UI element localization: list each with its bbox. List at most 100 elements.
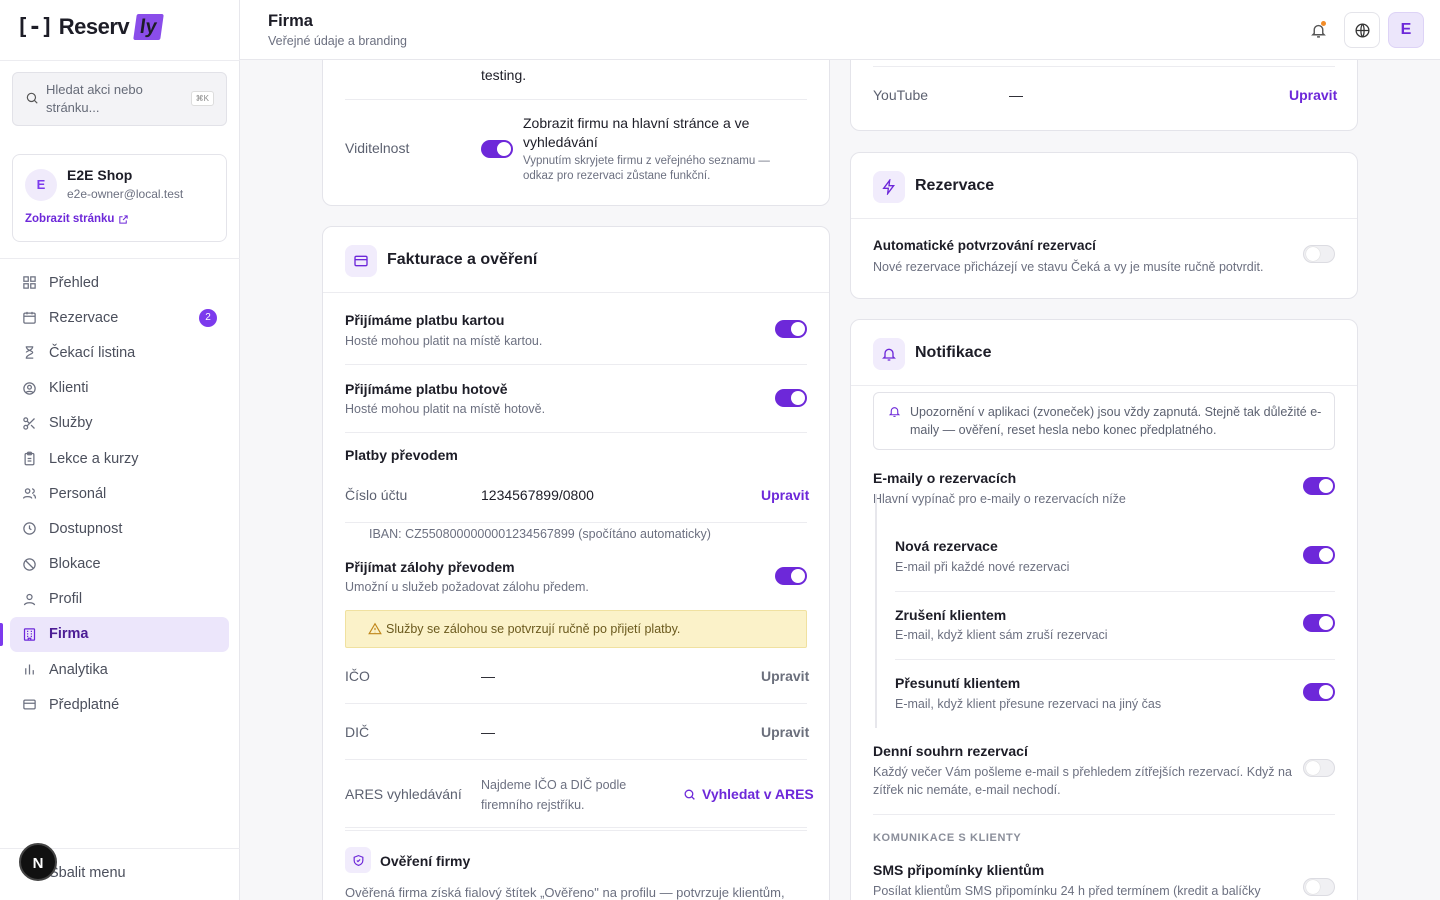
move-toggle[interactable] bbox=[1303, 683, 1335, 701]
sidebar-item-klienti[interactable]: Klienti bbox=[10, 371, 229, 406]
deposit-toggle[interactable] bbox=[775, 567, 807, 585]
sidebar-item-sluzby[interactable]: Služby bbox=[10, 406, 229, 441]
sidebar-item-cekaci-listina[interactable]: Čekací listina bbox=[10, 335, 229, 370]
ares-desc: Najdeme IČO a DIČ podle firemního rejstř… bbox=[481, 778, 627, 812]
notifications-card: Notifikace Upozornění v aplikaci (zvoneč… bbox=[850, 319, 1358, 900]
dic-value: — bbox=[481, 724, 495, 740]
logo[interactable]: [-] Reserv ly bbox=[16, 14, 164, 40]
transfer-heading: Platby převodem bbox=[345, 447, 458, 463]
dev-tools-button[interactable]: N bbox=[19, 843, 57, 881]
info-text: Upozornění v aplikaci (zvoneček) jsou vž… bbox=[910, 405, 1322, 437]
auto-confirm-title: Automatické potvrzování rezervací bbox=[873, 238, 1096, 253]
credit-card-icon bbox=[23, 699, 36, 710]
card-icon bbox=[873, 338, 905, 370]
sidebar-item-predplatne[interactable]: Předplatné bbox=[10, 687, 229, 722]
sidebar-item-label: Personál bbox=[49, 485, 107, 502]
card-title: Notifikace bbox=[915, 344, 992, 361]
sidebar-item-lekce[interactable]: Lekce a kurzy bbox=[10, 441, 229, 476]
page-subtitle: Veřejné údaje a branding bbox=[268, 34, 408, 48]
shortcut-hint: ⌘K bbox=[190, 91, 214, 106]
scissors-icon bbox=[23, 417, 35, 430]
sidebar-nav: Přehled Rezervace 2 Čekací listina Klien… bbox=[0, 265, 229, 722]
ares-search-button[interactable]: Vyhledat v ARES bbox=[683, 786, 814, 802]
sidebar-item-label: Klienti bbox=[49, 380, 89, 397]
cash-payment-title: Přijímáme platbu hotově bbox=[345, 381, 508, 397]
ico-value: — bbox=[481, 668, 495, 684]
emails-title: E-maily o rezervacích bbox=[873, 470, 1017, 486]
cancel-toggle[interactable] bbox=[1303, 614, 1335, 632]
card-header: Notifikace bbox=[851, 320, 1357, 386]
visibility-toggle[interactable] bbox=[481, 140, 513, 158]
sidebar-item-label: Přehled bbox=[49, 274, 99, 291]
cash-payment-toggle[interactable] bbox=[775, 389, 807, 407]
globe-icon bbox=[1354, 22, 1370, 38]
view-page-link[interactable]: Zobrazit stránku bbox=[25, 213, 129, 225]
daily-summary-title: Denní souhrn rezervací bbox=[873, 743, 1028, 759]
lightning-icon bbox=[882, 179, 895, 195]
auto-confirm-desc: Nové rezervace přicházejí ve stavu Čeká … bbox=[873, 260, 1264, 274]
divider bbox=[345, 830, 807, 831]
bell-icon bbox=[882, 348, 896, 361]
sidebar-item-analytika[interactable]: Analytika bbox=[10, 652, 229, 687]
user-avatar-button[interactable]: E bbox=[1388, 12, 1424, 48]
sidebar-item-personal[interactable]: Personál bbox=[10, 476, 229, 511]
sidebar-item-profil[interactable]: Profil bbox=[10, 582, 229, 617]
clock-icon bbox=[23, 522, 36, 536]
language-button[interactable] bbox=[1344, 12, 1380, 48]
logo-text: Reserv bbox=[58, 14, 130, 39]
youtube-value: — bbox=[1009, 87, 1023, 103]
edit-youtube-button[interactable]: Upravit bbox=[1289, 87, 1337, 103]
divider bbox=[895, 659, 1335, 660]
calendar-icon bbox=[23, 312, 36, 325]
grid-icon bbox=[23, 276, 36, 289]
divider bbox=[873, 66, 1335, 67]
view-page-label: Zobrazit stránku bbox=[25, 213, 115, 225]
deposit-title: Přijímat zálohy převodem bbox=[345, 559, 515, 575]
account-value: 1234567899/0800 bbox=[481, 487, 594, 503]
sidebar-item-blokace[interactable]: Blokace bbox=[10, 547, 229, 582]
edit-ico-button[interactable]: Upravit bbox=[761, 668, 809, 684]
search-icon bbox=[26, 92, 38, 104]
top-bar: Firma Veřejné údaje a branding E bbox=[240, 0, 1440, 60]
hourglass-icon bbox=[25, 346, 34, 360]
divider bbox=[345, 364, 807, 365]
billing-card: Fakturace a ověření Přijímáme platbu kar… bbox=[322, 226, 830, 900]
emails-desc: Hlavní vypínač pro e-maily o rezervacích… bbox=[873, 492, 1126, 506]
search-icon bbox=[684, 789, 695, 800]
sidebar-item-label: Blokace bbox=[49, 556, 101, 573]
edit-account-button[interactable]: Upravit bbox=[761, 487, 809, 503]
iban-text: IBAN: CZ5508000000001234567899 (spočítán… bbox=[369, 527, 711, 541]
divider bbox=[345, 99, 807, 100]
sidebar-item-rezervace[interactable]: Rezervace 2 bbox=[10, 300, 229, 335]
divider bbox=[895, 591, 1335, 592]
sidebar-item-dostupnost[interactable]: Dostupnost bbox=[10, 511, 229, 546]
auto-confirm-toggle[interactable] bbox=[1303, 245, 1335, 263]
edit-dic-button[interactable]: Upravit bbox=[761, 724, 809, 740]
verify-title: Ověření firmy bbox=[380, 853, 471, 869]
sms-toggle[interactable] bbox=[1303, 878, 1335, 896]
card-payment-title: Přijímáme platbu kartou bbox=[345, 312, 505, 328]
shop-email: e2e-owner@local.test bbox=[67, 187, 184, 201]
cancel-desc: E-mail, když klient sám zruší rezervaci bbox=[895, 628, 1108, 642]
users-icon bbox=[22, 488, 37, 499]
sidebar-item-firma[interactable]: Firma bbox=[0, 616, 229, 653]
sidebar-item-label: Profil bbox=[49, 591, 83, 608]
sidebar-item-label: Předplatné bbox=[49, 696, 120, 713]
deposit-desc: Umožní u služeb požadovat zálohu předem. bbox=[345, 580, 589, 594]
card-payment-toggle[interactable] bbox=[775, 320, 807, 338]
sidebar-item-prehled[interactable]: Přehled bbox=[10, 265, 229, 300]
nested-indent-line bbox=[875, 494, 877, 728]
search-box[interactable]: Hledat akci nebo stránku... ⌘K bbox=[12, 72, 227, 126]
divider bbox=[0, 258, 240, 259]
user-icon bbox=[23, 593, 36, 606]
logo-bracket: [-] bbox=[16, 14, 54, 40]
ico-label: IČO bbox=[345, 668, 370, 684]
notifications-button[interactable] bbox=[1300, 12, 1336, 48]
new-reservation-desc: E-mail při každé nové rezervaci bbox=[895, 560, 1070, 574]
visibility-title: Zobrazit firmu na hlavní stránce a ve vy… bbox=[523, 115, 750, 150]
daily-summary-toggle[interactable] bbox=[1303, 759, 1335, 777]
emails-toggle[interactable] bbox=[1303, 477, 1335, 495]
deposit-warning: Služby se zálohou se potvrzují ručně po … bbox=[345, 610, 807, 648]
visibility-desc: Vypnutím skryjete firmu z veřejného sezn… bbox=[523, 155, 770, 182]
new-reservation-toggle[interactable] bbox=[1303, 546, 1335, 564]
